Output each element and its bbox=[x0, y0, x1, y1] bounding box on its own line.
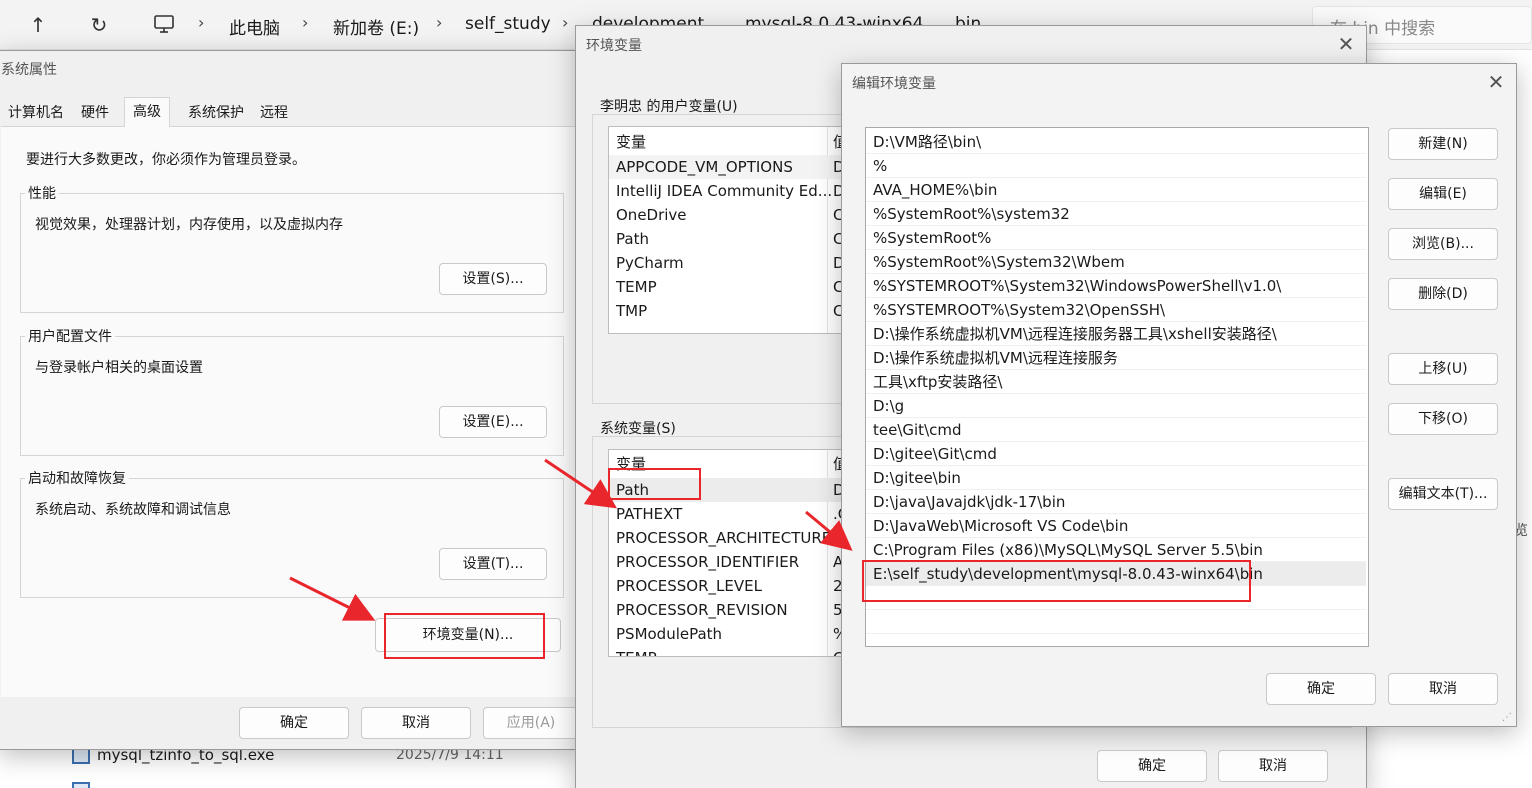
path-entry[interactable]: D:\JavaWeb\Microsoft VS Code\bin bbox=[866, 514, 1366, 538]
list-item[interactable]: TEMPC bbox=[609, 646, 847, 656]
list-item[interactable]: PROCESSOR_ARCHITECTURE A bbox=[609, 526, 847, 550]
system-variables-label: 系统变量(S) bbox=[600, 421, 676, 437]
path-entry[interactable]: %SystemRoot%\system32 bbox=[866, 202, 1366, 226]
startup-recovery-title: 启动和故障恢复 bbox=[25, 468, 129, 488]
list-item[interactable]: OneDrive C bbox=[609, 203, 847, 227]
cancel-button[interactable]: 取消 bbox=[1218, 750, 1328, 782]
ok-button[interactable]: 确定 bbox=[1266, 673, 1376, 705]
path-entry[interactable]: D:\操作系统虚拟机VM\远程连接服务 bbox=[866, 346, 1366, 370]
path-entry[interactable]: %SYSTEMROOT%\System32\OpenSSH\ bbox=[866, 298, 1366, 322]
close-icon[interactable]: ✕ bbox=[1334, 33, 1358, 57]
path-entry[interactable]: D:\VM路径\bin\ bbox=[866, 130, 1366, 154]
exe-file-icon bbox=[72, 782, 90, 788]
list-item[interactable]: TMP C bbox=[609, 299, 847, 323]
list-item[interactable]: PyCharm D bbox=[609, 251, 847, 275]
cancel-button[interactable]: 取消 bbox=[361, 707, 471, 739]
chevron-right-icon: › bbox=[436, 13, 443, 32]
tab-system-protection[interactable]: 系统保护 bbox=[186, 99, 246, 127]
edit-environment-variable-dialog: 编辑环境变量 ✕ D:\VM路径\bin\ % AVA_HOME%\bin %S… bbox=[841, 63, 1517, 727]
exe-file-icon bbox=[72, 748, 90, 764]
user-profiles-settings-button[interactable]: 设置(E)... bbox=[439, 406, 547, 438]
performance-group bbox=[20, 193, 564, 313]
path-entry[interactable]: % bbox=[866, 154, 1366, 178]
highlight-env-button bbox=[384, 613, 545, 659]
delete-button[interactable]: 删除(D) bbox=[1388, 278, 1498, 310]
path-entry[interactable]: D:\操作系统虚拟机VM\远程连接服务器工具\xshell安装路径\ bbox=[866, 322, 1366, 346]
move-down-button[interactable]: 下移(O) bbox=[1388, 403, 1498, 435]
move-up-button[interactable]: 上移(U) bbox=[1388, 353, 1498, 385]
highlight-path-variable bbox=[608, 468, 701, 500]
path-entry[interactable]: AVA_HOME%\bin bbox=[866, 178, 1366, 202]
dialog-title: 编辑环境变量 bbox=[852, 76, 936, 92]
performance-title: 性能 bbox=[25, 183, 59, 203]
startup-recovery-group bbox=[20, 478, 564, 598]
cancel-button[interactable]: 取消 bbox=[1388, 673, 1498, 705]
list-item[interactable]: PROCESSOR_LEVEL 2 bbox=[609, 574, 847, 598]
path-entry[interactable]: %SYSTEMROOT%\System32\WindowsPowerShell\… bbox=[866, 274, 1366, 298]
list-item[interactable]: PROCESSOR_IDENTIFIER A bbox=[609, 550, 847, 574]
browse-button[interactable]: 浏览(B)... bbox=[1388, 228, 1498, 260]
user-variables-list[interactable]: 变量 值 APPCODE_VM_OPTIONSD IntelliJ IDEA C… bbox=[608, 126, 848, 334]
ok-button[interactable]: 确定 bbox=[239, 707, 349, 739]
path-entry[interactable]: D:\gitee\Git\cmd bbox=[866, 442, 1366, 466]
apply-button[interactable]: 应用(A) bbox=[483, 707, 579, 739]
user-profiles-group bbox=[20, 336, 564, 456]
user-profiles-title: 用户配置文件 bbox=[25, 326, 115, 346]
list-item[interactable]: PROCESSOR_REVISION 5 bbox=[609, 598, 847, 622]
startup-recovery-desc: 系统启动、系统故障和调试信息 bbox=[35, 502, 231, 518]
path-entry[interactable]: %SystemRoot%\System32\Wbem bbox=[866, 250, 1366, 274]
dialog-title: 系统属性 bbox=[1, 62, 57, 78]
breadcrumb-drive[interactable]: 新加卷 (E:) bbox=[333, 14, 419, 39]
list-item[interactable]: PSModulePath% bbox=[609, 622, 847, 646]
path-entry[interactable]: D:\gitee\bin bbox=[866, 466, 1366, 490]
path-entry[interactable]: D:\java\Javajdk\jdk-17\bin bbox=[866, 490, 1366, 514]
list-item[interactable]: APPCODE_VM_OPTIONS D bbox=[609, 155, 847, 179]
path-entry[interactable]: %SystemRoot% bbox=[866, 226, 1366, 250]
startup-recovery-settings-button[interactable]: 设置(T)... bbox=[439, 548, 547, 580]
user-variables-label: 李明忠 的用户变量(U) bbox=[600, 99, 738, 115]
chevron-right-icon: › bbox=[562, 13, 569, 32]
edit-text-button[interactable]: 编辑文本(T)... bbox=[1388, 478, 1498, 510]
tab-advanced[interactable]: 高级 bbox=[124, 97, 170, 127]
close-icon[interactable]: ✕ bbox=[1484, 71, 1508, 95]
refresh-icon[interactable]: ↻ bbox=[87, 13, 111, 37]
performance-desc: 视觉效果，处理器计划，内存使用，以及虚拟内存 bbox=[35, 217, 343, 233]
path-entry[interactable] bbox=[866, 610, 1366, 634]
tab-remote[interactable]: 远程 bbox=[258, 99, 290, 127]
admin-note: 要进行大多数更改，你必须作为管理员登录。 bbox=[26, 152, 306, 168]
chevron-right-icon: › bbox=[198, 13, 205, 32]
path-entry[interactable]: 工具\xftp安装路径\ bbox=[866, 370, 1366, 394]
file-row[interactable] bbox=[0, 772, 580, 788]
list-item[interactable]: Path C bbox=[609, 227, 847, 251]
list-item[interactable]: PATHEXT.C bbox=[609, 502, 847, 526]
new-button[interactable]: 新建(N) bbox=[1388, 128, 1498, 160]
path-entry[interactable]: tee\Git\cmd bbox=[866, 418, 1366, 442]
list-item[interactable]: TEMPC bbox=[609, 275, 847, 299]
user-profiles-desc: 与登录帐户相关的桌面设置 bbox=[35, 360, 203, 376]
chevron-right-icon: › bbox=[302, 13, 309, 32]
path-entry[interactable]: C:\Program Files (x86)\MySQL\MySQL Serve… bbox=[866, 538, 1366, 562]
tab-hardware[interactable]: 硬件 bbox=[79, 99, 111, 127]
edit-button[interactable]: 编辑(E) bbox=[1388, 178, 1498, 210]
breadcrumb-this-pc[interactable]: 此电脑 bbox=[229, 14, 280, 39]
dialog-title: 环境变量 bbox=[586, 38, 642, 54]
ok-button[interactable]: 确定 bbox=[1097, 750, 1207, 782]
list-item[interactable]: IntelliJ IDEA Community Ed... D bbox=[609, 179, 847, 203]
breadcrumb-self-study[interactable]: self_study bbox=[465, 14, 551, 34]
performance-settings-button[interactable]: 设置(S)... bbox=[439, 263, 547, 295]
list-header: 变量 值 bbox=[609, 130, 847, 154]
highlight-mysql-path bbox=[862, 560, 1251, 602]
column-header-variable[interactable]: 变量 bbox=[616, 130, 646, 154]
up-arrow-icon[interactable]: ↑ bbox=[26, 13, 50, 37]
tab-computer-name[interactable]: 计算机名 bbox=[6, 99, 66, 127]
resize-grip-icon[interactable]: ⋰ bbox=[1502, 712, 1512, 723]
path-entry[interactable]: D:\g bbox=[866, 394, 1366, 418]
computer-icon[interactable] bbox=[152, 13, 176, 37]
